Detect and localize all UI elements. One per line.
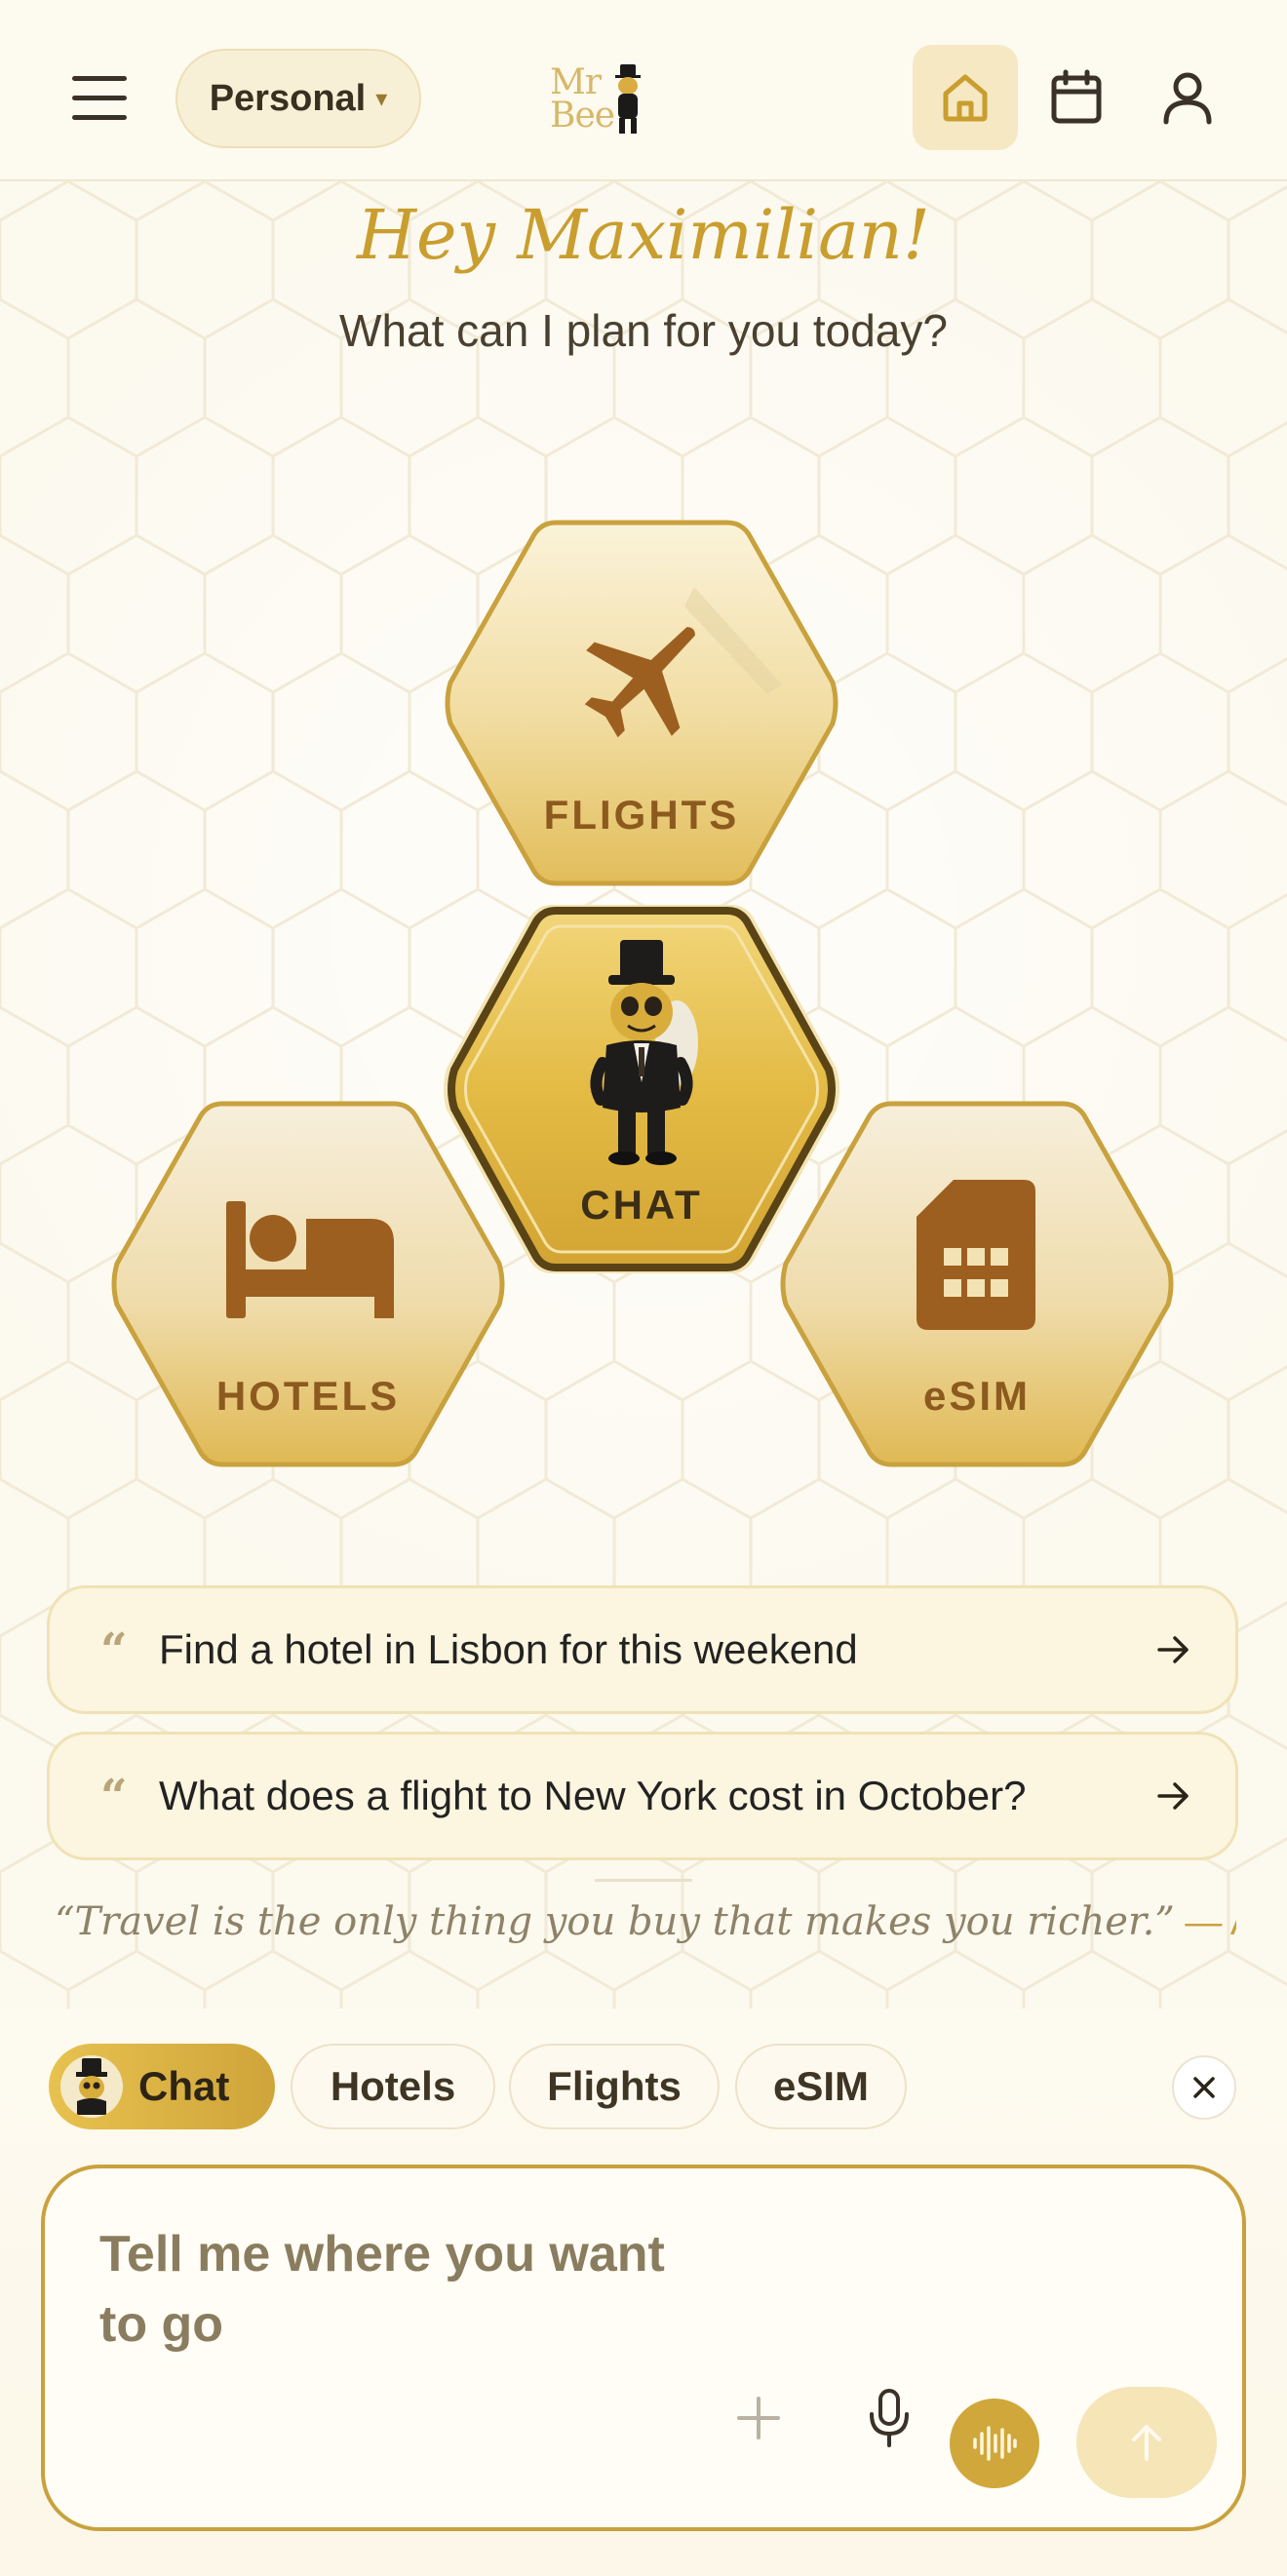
attach-button[interactable]	[723, 2383, 794, 2453]
chip-esim[interactable]: eSIM	[735, 2044, 907, 2129]
message-input[interactable]	[99, 2219, 840, 2375]
close-chips-button[interactable]	[1172, 2055, 1236, 2120]
message-composer	[41, 2165, 1246, 2531]
arrow-up-icon	[1132, 2425, 1161, 2461]
calendar-nav-button[interactable]	[1037, 59, 1115, 137]
chip-hotels-label: Hotels	[330, 2063, 456, 2109]
suggestion-text: What does a flight to New York cost in O…	[159, 1773, 1027, 1818]
user-icon	[1163, 72, 1212, 125]
airplane-icon	[584, 627, 695, 738]
calendar-icon	[1051, 69, 1102, 124]
quote-author: — Anonym…	[1185, 1902, 1236, 1943]
bed-icon	[226, 1201, 394, 1318]
waveform-icon	[973, 2426, 1017, 2461]
bee-butler-mascot	[590, 940, 698, 1165]
voice-mode-button[interactable]	[950, 2399, 1039, 2488]
chip-chat-label: Chat	[138, 2063, 230, 2109]
chat-tile[interactable]: CHAT	[437, 901, 846, 1277]
greeting-subtitle: What can I plan for you today?	[339, 305, 948, 356]
hotels-label: HOTELS	[215, 1373, 401, 1419]
mr-bee-logo: Mr Bee	[546, 60, 653, 138]
chip-esim-label: eSIM	[772, 2063, 870, 2109]
plus-icon	[737, 2397, 780, 2439]
profile-selector[interactable]: Personal ▾	[176, 49, 421, 148]
suggestion-card[interactable]: “ What does a flight to New York cost in…	[47, 1732, 1238, 1860]
send-button[interactable]	[1076, 2387, 1217, 2498]
chip-flights[interactable]: Flights	[509, 2044, 720, 2129]
app-header: Personal ▾ Mr Bee	[0, 0, 1287, 181]
esim-label: eSIM	[922, 1373, 1032, 1419]
sim-card-icon	[916, 1180, 1035, 1330]
arrow-right-icon	[1157, 1636, 1189, 1663]
home-icon	[943, 74, 988, 122]
close-icon	[1193, 2077, 1215, 2098]
suggestion-text: Find a hotel in Lisbon for this weekend	[159, 1626, 858, 1672]
chevron-down-icon: ▾	[375, 85, 388, 112]
home-nav-button[interactable]	[913, 45, 1018, 150]
quote-icon: “	[100, 1770, 128, 1824]
greeting-title: Hey Maximilian!	[356, 195, 931, 275]
hamburger-menu-button[interactable]	[60, 64, 138, 133]
travel-quote: “Travel is the only thing you buy that m…	[55, 1899, 1236, 1944]
bee-logo-icon	[615, 64, 641, 134]
suggestion-card[interactable]: “ Find a hotel in Lisbon for this weeken…	[47, 1585, 1238, 1714]
bee-avatar	[60, 2055, 123, 2118]
chat-label: CHAT	[580, 1182, 703, 1228]
profile-nav-button[interactable]	[1149, 59, 1227, 137]
microphone-icon	[870, 2389, 909, 2447]
profile-label: Personal	[209, 77, 367, 119]
quote-text: “Travel is the only thing you buy that m…	[55, 1899, 1175, 1944]
chip-chat[interactable]: Chat	[49, 2044, 275, 2129]
divider	[595, 1879, 692, 1882]
logo-line-2: Bee	[550, 96, 615, 136]
chip-flights-label: Flights	[547, 2063, 682, 2109]
flights-label: FLIGHTS	[543, 792, 740, 838]
arrow-right-icon	[1157, 1782, 1189, 1810]
flights-tile[interactable]: FLIGHTS	[441, 519, 842, 887]
chip-hotels[interactable]: Hotels	[291, 2044, 495, 2129]
bee-butler-icon	[76, 2058, 107, 2115]
quote-icon: “	[100, 1623, 128, 1678]
microphone-button[interactable]	[854, 2383, 924, 2453]
